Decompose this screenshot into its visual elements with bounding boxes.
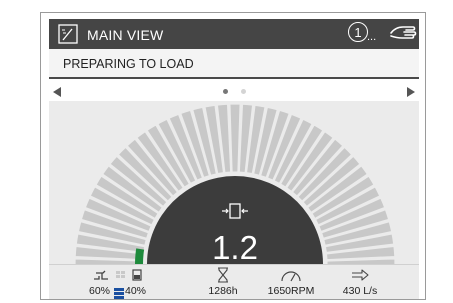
page-dot-active xyxy=(223,89,228,94)
gauge-active-segment xyxy=(135,248,145,264)
engine-hours: 1286h xyxy=(203,265,243,299)
fuel-level-value: 60% xyxy=(89,285,111,297)
alert-more: ... xyxy=(367,31,377,43)
tachometer-icon xyxy=(281,271,301,282)
page-dot-inactive xyxy=(241,89,246,94)
page-title: MAIN VIEW xyxy=(87,27,164,43)
status-bar: PREPARING TO LOAD xyxy=(49,49,419,79)
air-flow: 430 L/s xyxy=(337,265,383,299)
alert-number-icon[interactable]: 1 ... xyxy=(348,22,377,46)
main-view-icon[interactable] xyxy=(58,24,78,44)
title-bar: MAIN VIEW 1 ... xyxy=(49,19,419,49)
gauge: 1.2 xyxy=(74,103,396,264)
hmi-screen: MAIN VIEW 1 ... PREPARING TO LOAD 1.2 60… xyxy=(40,12,426,300)
gauge-value: 1.2 xyxy=(212,229,258,264)
fuel-pump-icon xyxy=(94,269,142,281)
manual-control-icon[interactable] xyxy=(388,22,418,46)
engine-rpm-value: 1650RPM xyxy=(267,285,315,297)
gauge-panel: 1.2 xyxy=(49,101,419,264)
previous-page-arrow-icon[interactable] xyxy=(53,87,61,97)
alert-count: 1 xyxy=(348,22,368,42)
fuel-tank-icon xyxy=(114,288,124,299)
hourglass-icon xyxy=(218,267,228,283)
fuel-def-level: 60% 40% xyxy=(89,265,149,299)
footer-status: 60% 40% 1286h 1650RPM 430 L/s xyxy=(49,264,419,299)
gauge-ray xyxy=(229,103,241,173)
page-navigator xyxy=(49,79,419,101)
flow-arrow-icon xyxy=(352,269,369,281)
engine-hours-value: 1286h xyxy=(208,285,238,297)
engine-speed: 1650RPM xyxy=(263,265,319,299)
next-page-arrow-icon[interactable] xyxy=(407,87,415,97)
status-text: PREPARING TO LOAD xyxy=(63,57,194,71)
def-level-value: 40% xyxy=(125,285,147,297)
air-flow-value: 430 L/s xyxy=(342,285,378,297)
